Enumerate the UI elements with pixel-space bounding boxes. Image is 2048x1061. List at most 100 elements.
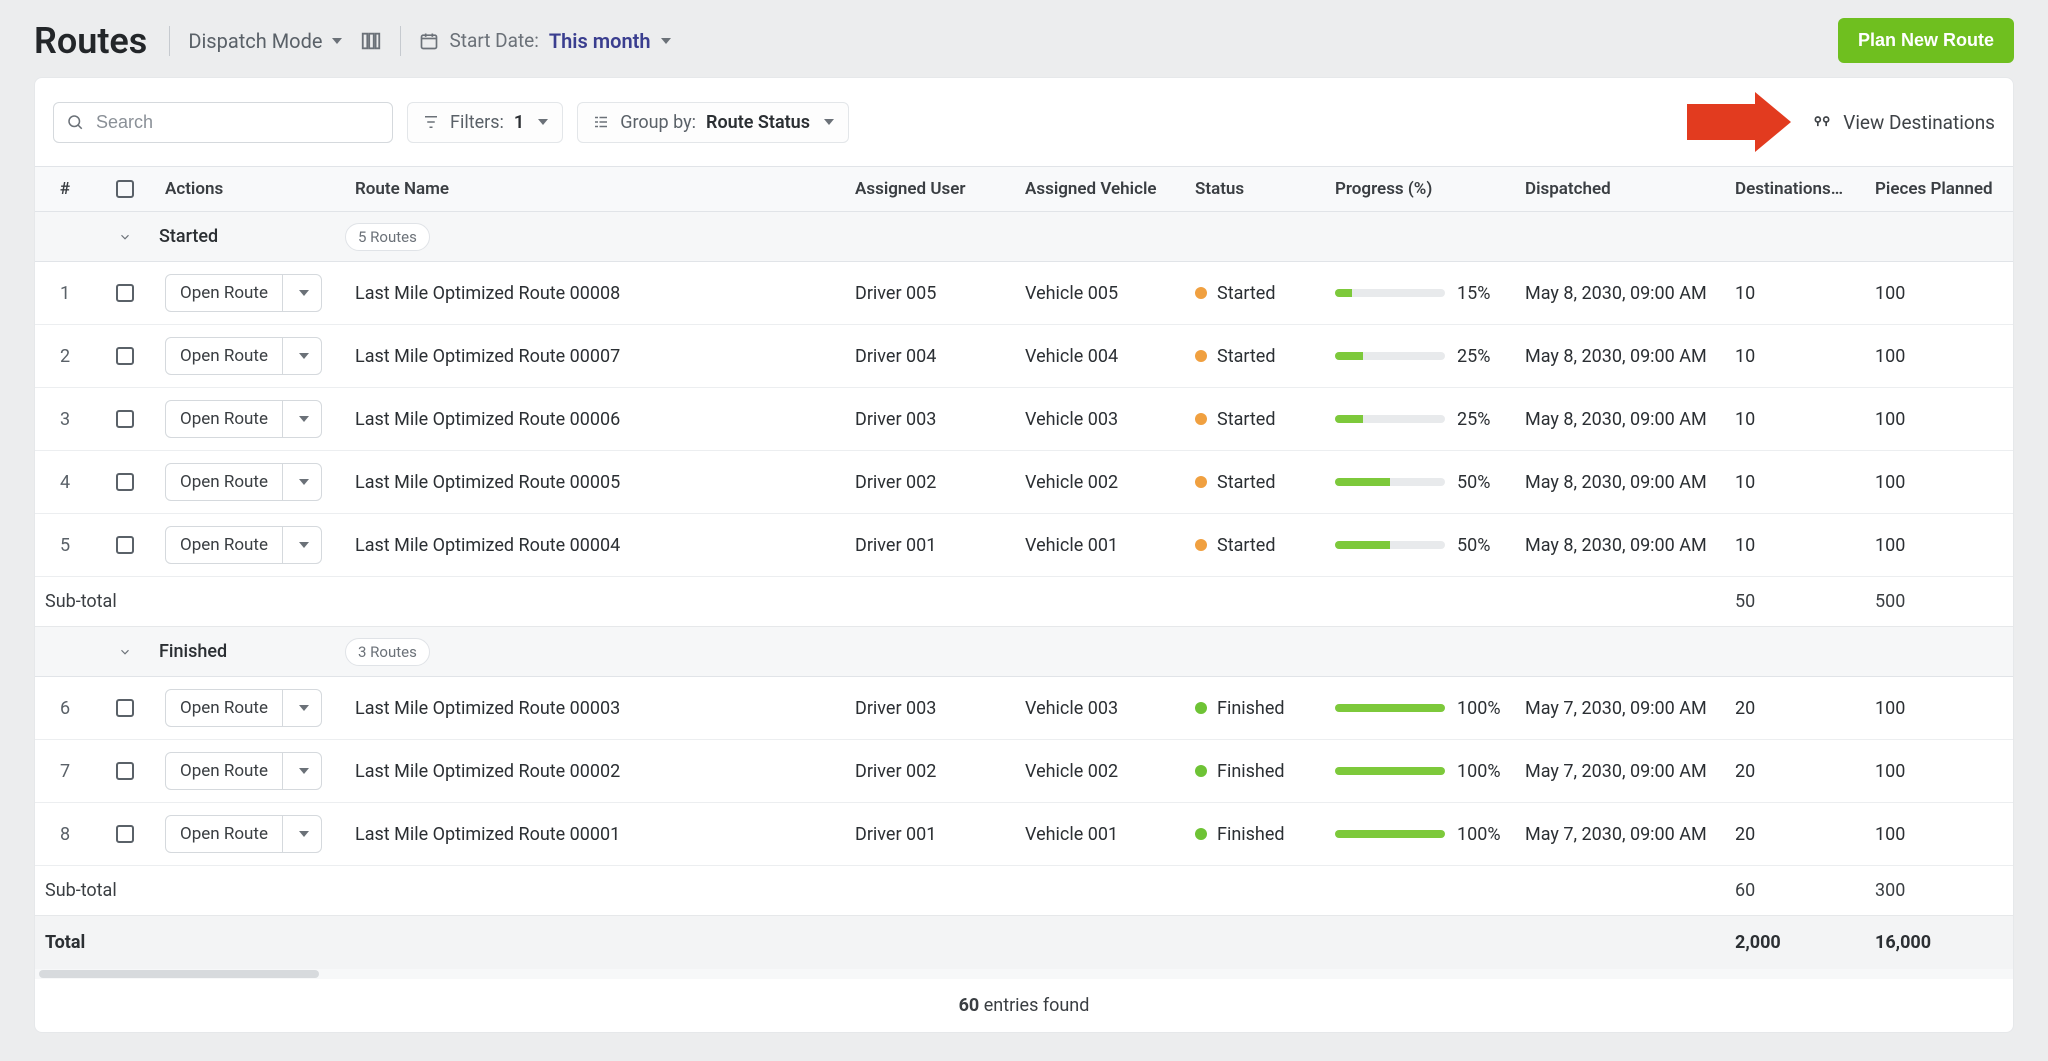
open-route-more[interactable] [283, 690, 321, 726]
start-date-label: Start Date: [449, 29, 538, 52]
route-name[interactable]: Last Mile Optimized Route 00002 [345, 749, 845, 794]
columns-settings-icon[interactable] [360, 30, 382, 52]
col-num[interactable]: # [35, 167, 95, 211]
entries-count: 60 [959, 995, 980, 1016]
search-input-wrapper[interactable] [53, 102, 393, 143]
open-route-more[interactable] [283, 464, 321, 500]
pieces-planned: 100 [1865, 812, 2005, 857]
subtotal-pieces: 500 [1865, 577, 2005, 626]
pieces-planned: 100 [1865, 460, 2005, 505]
open-route-button[interactable]: Open Route [165, 463, 322, 501]
col-assigned-user[interactable]: Assigned User [845, 167, 1015, 211]
group-toggle-icon[interactable] [95, 645, 155, 659]
col-assigned-vehicle[interactable]: Assigned Vehicle [1015, 167, 1185, 211]
col-route-name[interactable]: Route Name [345, 167, 845, 211]
col-actions[interactable]: Actions [155, 167, 345, 211]
open-route-more[interactable] [283, 527, 321, 563]
table-row: 5Open RouteLast Mile Optimized Route 000… [35, 514, 2013, 577]
row-checkbox[interactable] [95, 335, 155, 377]
open-route-label[interactable]: Open Route [166, 401, 283, 437]
select-all-checkbox[interactable] [95, 168, 155, 210]
progress-cell: 50% [1325, 460, 1515, 505]
total-row: Total 2,000 16,000 [35, 916, 2013, 969]
status-cell: Started [1185, 460, 1325, 505]
open-route-label[interactable]: Open Route [166, 690, 283, 726]
dispatched: May 7, 2030, 09:00 AM [1515, 686, 1725, 731]
assigned-vehicle: Vehicle 004 [1015, 334, 1185, 379]
progress-bar [1335, 478, 1445, 486]
route-name[interactable]: Last Mile Optimized Route 00001 [345, 812, 845, 857]
row-checkbox[interactable] [95, 398, 155, 440]
open-route-label[interactable]: Open Route [166, 464, 283, 500]
status-cell: Started [1185, 334, 1325, 379]
filters-count: 1 [514, 112, 524, 133]
progress-bar [1335, 352, 1445, 360]
open-route-button[interactable]: Open Route [165, 526, 322, 564]
status-text: Started [1217, 283, 1276, 304]
open-route-more[interactable] [283, 816, 321, 852]
open-route-button[interactable]: Open Route [165, 689, 322, 727]
status-text: Started [1217, 472, 1276, 493]
route-name[interactable]: Last Mile Optimized Route 00003 [345, 686, 845, 731]
open-route-label[interactable]: Open Route [166, 816, 283, 852]
row-checkbox[interactable] [95, 524, 155, 566]
open-route-more[interactable] [283, 753, 321, 789]
group-icon [592, 113, 610, 131]
open-route-button[interactable]: Open Route [165, 400, 322, 438]
row-checkbox[interactable] [95, 750, 155, 792]
dispatch-mode-label: Dispatch Mode [188, 29, 322, 53]
group-by-label: Group by: [620, 112, 696, 133]
open-route-label[interactable]: Open Route [166, 527, 283, 563]
open-route-label[interactable]: Open Route [166, 753, 283, 789]
row-checkbox[interactable] [95, 461, 155, 503]
open-route-button[interactable]: Open Route [165, 815, 322, 853]
destinations-icon [1811, 112, 1833, 132]
group-by-chip[interactable]: Group by: Route Status [577, 102, 849, 143]
route-name[interactable]: Last Mile Optimized Route 00005 [345, 460, 845, 505]
search-input[interactable] [94, 111, 380, 134]
open-route-button[interactable]: Open Route [165, 274, 322, 312]
status-cell: Started [1185, 523, 1325, 568]
route-name[interactable]: Last Mile Optimized Route 00008 [345, 271, 845, 316]
progress-cell: 25% [1325, 397, 1515, 442]
col-destinations[interactable]: Destinations… [1725, 167, 1865, 211]
plan-new-route-button[interactable]: Plan New Route [1838, 18, 2014, 63]
horizontal-scrollbar[interactable] [35, 969, 2013, 979]
start-date-dropdown[interactable]: This month [549, 29, 671, 53]
group-header[interactable]: Finished3 Routes [35, 627, 2013, 677]
dispatched: May 7, 2030, 09:00 AM [1515, 749, 1725, 794]
destinations-count: 10 [1725, 334, 1865, 379]
open-route-more[interactable] [283, 401, 321, 437]
col-progress[interactable]: Progress (%) [1325, 167, 1515, 211]
route-name[interactable]: Last Mile Optimized Route 00004 [345, 523, 845, 568]
subtotal-destinations: 60 [1725, 866, 1865, 915]
row-checkbox[interactable] [95, 687, 155, 729]
row-checkbox[interactable] [95, 272, 155, 314]
col-pieces-planned[interactable]: Pieces Planned [1865, 167, 2005, 211]
route-name[interactable]: Last Mile Optimized Route 00007 [345, 334, 845, 379]
open-route-label[interactable]: Open Route [166, 338, 283, 374]
group-toggle-icon[interactable] [95, 230, 155, 244]
open-route-button[interactable]: Open Route [165, 752, 322, 790]
total-destinations: 2,000 [1725, 916, 1865, 969]
open-route-label[interactable]: Open Route [166, 275, 283, 311]
dispatch-mode-dropdown[interactable]: Dispatch Mode [188, 29, 342, 53]
calendar-icon[interactable] [419, 31, 439, 51]
col-dispatched[interactable]: Dispatched [1515, 167, 1725, 211]
assigned-vehicle: Vehicle 003 [1015, 397, 1185, 442]
open-route-button[interactable]: Open Route [165, 337, 322, 375]
filters-chip[interactable]: Filters: 1 [407, 102, 563, 143]
caret-down-icon [299, 416, 309, 422]
row-checkbox[interactable] [95, 813, 155, 855]
progress-cell: 50% [1325, 523, 1515, 568]
total-pieces: 16,000 [1865, 916, 2005, 969]
open-route-more[interactable] [283, 338, 321, 374]
open-route-more[interactable] [283, 275, 321, 311]
view-destinations-link[interactable]: View Destinations [1811, 111, 1995, 134]
route-name[interactable]: Last Mile Optimized Route 00006 [345, 397, 845, 442]
assigned-user: Driver 003 [845, 397, 1015, 442]
group-header[interactable]: Started5 Routes [35, 212, 2013, 262]
col-status[interactable]: Status [1185, 167, 1325, 211]
assigned-vehicle: Vehicle 001 [1015, 523, 1185, 568]
table-row: 3Open RouteLast Mile Optimized Route 000… [35, 388, 2013, 451]
